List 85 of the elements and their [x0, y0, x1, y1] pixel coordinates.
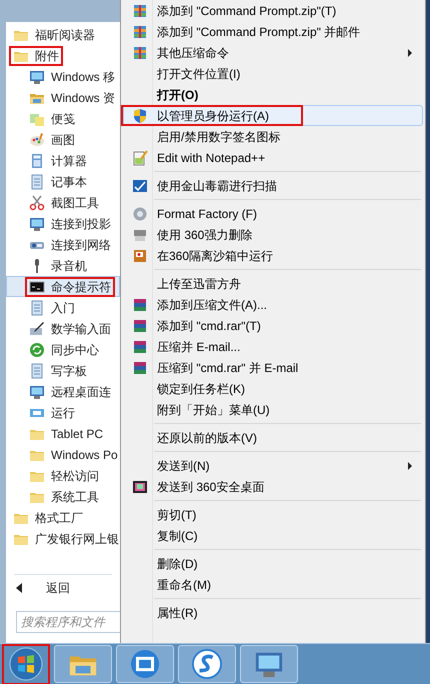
menu-item[interactable]: 其他压缩命令: [121, 42, 233, 63]
terminal-icon: [29, 278, 45, 294]
program-item[interactable]: 写字板: [25, 360, 91, 380]
menu-item[interactable]: 使用金山毒霸进行扫描: [121, 175, 281, 196]
shield-icon: [132, 108, 148, 124]
archive-icon: [132, 24, 148, 40]
browser-icon: [130, 649, 160, 679]
scissors-icon: [29, 194, 45, 210]
back-button[interactable]: 返回: [6, 575, 120, 601]
menu-item[interactable]: 在360隔离沙箱中运行: [121, 245, 278, 266]
menu-item[interactable]: 上传至迅雷方舟: [121, 273, 245, 294]
program-item[interactable]: 记事本: [25, 172, 91, 192]
scan-icon: [132, 178, 148, 194]
program-item[interactable]: 入门: [25, 298, 79, 318]
menu-item[interactable]: 添加到 "cmd.rar"(T): [121, 315, 265, 336]
books-icon: [132, 338, 148, 354]
program-item[interactable]: 远程桌面连: [25, 382, 115, 402]
program-item[interactable]: Windows 移: [25, 66, 120, 86]
program-item[interactable]: 便笺: [25, 108, 79, 128]
search-field[interactable]: 搜索程序和文件: [16, 611, 120, 633]
program-item[interactable]: 格式工厂: [9, 508, 87, 528]
archive-icon: [132, 2, 148, 18]
menu-item[interactable]: 删除(D): [121, 553, 202, 574]
menu-item[interactable]: 启用/禁用数字签名图标: [121, 126, 284, 147]
menu-item[interactable]: 添加到 "Command Prompt.zip"(T): [121, 0, 340, 21]
program-item[interactable]: 连接到网络: [25, 234, 115, 254]
menu-item[interactable]: 添加到 "Command Prompt.zip" 并邮件: [121, 21, 364, 42]
menu-item[interactable]: 剪切(T): [121, 504, 200, 525]
menu-item[interactable]: 还原以前的版本(V): [121, 427, 261, 448]
document-icon: [29, 362, 45, 378]
pen-tablet-icon: [29, 320, 45, 336]
notepad-icon: [29, 174, 45, 190]
calculator-icon: [29, 152, 45, 168]
color-square-icon: [132, 478, 148, 494]
sync-icon: [29, 342, 45, 358]
program-item[interactable]: 轻松访问: [25, 466, 103, 486]
taskbar-button[interactable]: [54, 645, 112, 683]
monitor-icon: [29, 216, 45, 232]
menu-item[interactable]: 锁定到任务栏(K): [121, 378, 249, 399]
taskbar-button[interactable]: [240, 645, 298, 683]
menu-item[interactable]: 打开(O): [121, 84, 202, 105]
menu-item[interactable]: 复制(C): [121, 525, 202, 546]
windows-orb-icon: [9, 647, 43, 681]
menu-item[interactable]: Edit with Notepad++: [121, 147, 270, 168]
program-item[interactable]: 同步中心: [25, 340, 103, 360]
menu-item[interactable]: 附到「开始」菜单(U): [121, 399, 274, 420]
swirl-icon: [192, 649, 222, 679]
monitor-icon: [29, 384, 45, 400]
taskbar-button[interactable]: [178, 645, 236, 683]
menu-item[interactable]: Format Factory (F): [121, 203, 262, 224]
menu-item[interactable]: 以管理员身份运行(A): [121, 105, 303, 126]
books-icon: [132, 318, 148, 334]
program-item[interactable]: 连接到投影: [25, 214, 115, 234]
archive-icon: [132, 44, 148, 60]
taskbar-button[interactable]: [116, 645, 174, 683]
program-item[interactable]: 截图工具: [25, 192, 103, 212]
program-item[interactable]: Windows 资: [25, 88, 120, 108]
menu-item[interactable]: 重命名(M): [121, 574, 215, 595]
program-item[interactable]: Tablet PC: [25, 424, 108, 444]
sandbox-icon: [132, 248, 148, 264]
left-triangle-icon: [16, 583, 22, 593]
palette-icon: [29, 132, 45, 148]
books-icon: [132, 296, 148, 312]
menu-item[interactable]: 属性(R): [121, 602, 202, 623]
notepad-icon: [132, 150, 148, 166]
start-button[interactable]: [2, 644, 50, 684]
program-item[interactable]: 画图: [25, 130, 79, 150]
menu-item[interactable]: 打开文件位置(I): [121, 63, 244, 84]
monitor-icon: [29, 68, 45, 84]
program-item[interactable]: 系统工具: [25, 486, 103, 506]
menu-item[interactable]: 添加到压缩文件(A)...: [121, 294, 271, 315]
menu-item[interactable]: 使用 360强力删除: [121, 224, 256, 245]
program-item[interactable]: 福昕阅读器: [9, 24, 99, 44]
program-item[interactable]: 运行: [25, 402, 79, 422]
program-item[interactable]: 录音机: [25, 256, 91, 276]
program-item[interactable]: 计算器: [25, 150, 91, 170]
menu-item[interactable]: 压缩到 "cmd.rar" 并 E-mail: [121, 357, 302, 378]
document-icon: [29, 300, 45, 316]
program-item[interactable]: 命令提示符: [25, 276, 115, 296]
books-icon: [132, 360, 148, 376]
menu-item[interactable]: 发送到(N): [121, 455, 214, 476]
program-item[interactable]: 数学输入面: [25, 318, 115, 338]
program-item[interactable]: 附件: [9, 46, 63, 66]
menu-item[interactable]: 发送到 360安全桌面: [121, 476, 268, 497]
menu-item[interactable]: 压缩并 E-mail...: [121, 336, 244, 357]
